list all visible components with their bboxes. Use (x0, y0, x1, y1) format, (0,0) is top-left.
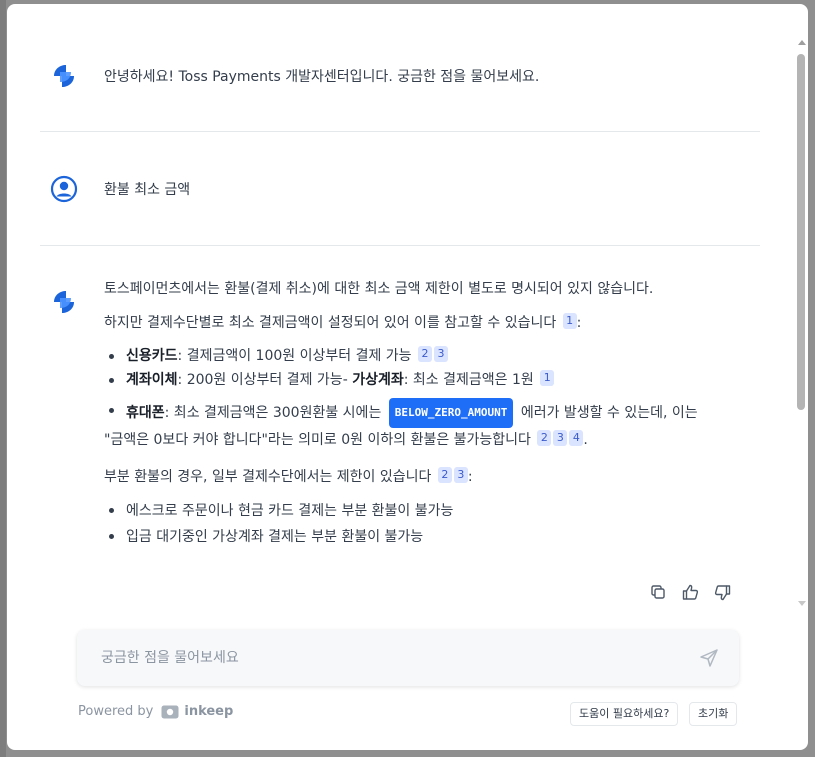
chat-scrollbar[interactable] (794, 36, 808, 606)
inkeep-brand-link[interactable]: inkeep (161, 704, 233, 719)
list-item: 신용카드: 결제금액이 100원 이상부터 결제 가능 23 (104, 344, 724, 368)
citation-badge[interactable]: 3 (553, 430, 568, 446)
answer-paragraph: 하지만 결제수단별로 최소 결제금액이 설정되어 있어 이를 참고할 수 있습니… (104, 313, 582, 331)
send-icon (700, 649, 718, 667)
reset-button[interactable]: 초기화 (689, 702, 738, 726)
inkeep-logo-icon (161, 705, 179, 718)
toss-logo-icon (50, 288, 78, 316)
list-item: 계좌이체: 200원 이상부터 결제 가능- 가상계좌: 최소 결제금액은 1원… (104, 368, 724, 392)
citation-badge[interactable]: 1 (540, 370, 555, 386)
chat-input-box (77, 630, 739, 686)
payment-methods-list: 신용카드: 결제금액이 100원 이상부터 결제 가능 23 계좌이체: 200… (104, 344, 724, 428)
answer-paragraph: 토스페이먼츠에서는 환불(결제 취소)에 대한 최소 금액 제한이 별도로 명시… (104, 281, 654, 297)
error-code-chip: BELOW_ZERO_AMOUNT (388, 398, 514, 428)
powered-by: Powered by inkeep (78, 704, 233, 719)
bot-greeting-row: 안녕하세요! Toss Payments 개발자센터입니다. 궁금한 점을 물어… (40, 32, 760, 132)
page-backdrop (0, 0, 6, 757)
list-item: 입금 대기중인 가상계좌 결제는 부분 환불이 불가능 (104, 524, 724, 550)
chat-modal: 안녕하세요! Toss Payments 개발자센터입니다. 궁금한 점을 물어… (7, 4, 808, 750)
citation-badge[interactable]: 2 (437, 467, 452, 483)
send-button[interactable] (699, 648, 719, 668)
scroll-up-arrow-icon[interactable] (798, 40, 806, 45)
answer-paragraph: "금액은 0보다 커야 합니다"라는 의미로 0원 이하의 환불은 불가능합니다… (104, 430, 588, 448)
user-message-row: 환불 최소 금액 (40, 133, 760, 246)
bot-answer: 토스페이먼츠에서는 환불(결제 취소)에 대한 최소 금액 제한이 별도로 명시… (104, 278, 724, 550)
user-avatar-icon (50, 175, 78, 203)
copy-icon[interactable] (648, 582, 668, 602)
list-item: 에스크로 주문이나 현금 카드 결제는 부분 환불이 불가능 (104, 498, 724, 524)
inkeep-brand-name: inkeep (184, 704, 234, 719)
list-item: 휴대폰: 최소 결제금액은 300원환불 시에는 BELOW_ZERO_AMOU… (104, 398, 724, 428)
scroll-down-arrow-icon[interactable] (798, 601, 806, 606)
answer-paragraph: 부분 환불의 경우, 일부 결제수단에서는 제한이 있습니다 23: (104, 467, 473, 485)
thumbs-down-icon[interactable] (712, 582, 732, 602)
citation-badge[interactable]: 3 (434, 346, 448, 362)
scroll-thumb[interactable] (797, 54, 805, 410)
user-question: 환불 최소 금액 (104, 182, 191, 198)
citation-badge[interactable]: 4 (569, 430, 584, 446)
chat-scroll-area[interactable]: 안녕하세요! Toss Payments 개발자센터입니다. 궁금한 점을 물어… (7, 4, 793, 616)
citation-badge[interactable]: 3 (453, 467, 468, 483)
powered-by-label: Powered by (78, 704, 154, 719)
message-actions (648, 582, 732, 602)
partial-refund-list: 에스크로 주문이나 현금 카드 결제는 부분 환불이 불가능 입금 대기중인 가… (104, 498, 724, 550)
citation-badge[interactable]: 2 (418, 346, 432, 362)
help-button[interactable]: 도움이 필요하세요? (570, 702, 679, 726)
greeting-message: 안녕하세요! Toss Payments 개발자센터입니다. 궁금한 점을 물어… (104, 69, 540, 85)
toss-logo-icon (50, 62, 78, 90)
thumbs-up-icon[interactable] (680, 582, 700, 602)
citation-badge[interactable]: 1 (562, 313, 577, 329)
citation-badge[interactable]: 2 (537, 430, 552, 446)
chat-input[interactable] (101, 646, 681, 670)
